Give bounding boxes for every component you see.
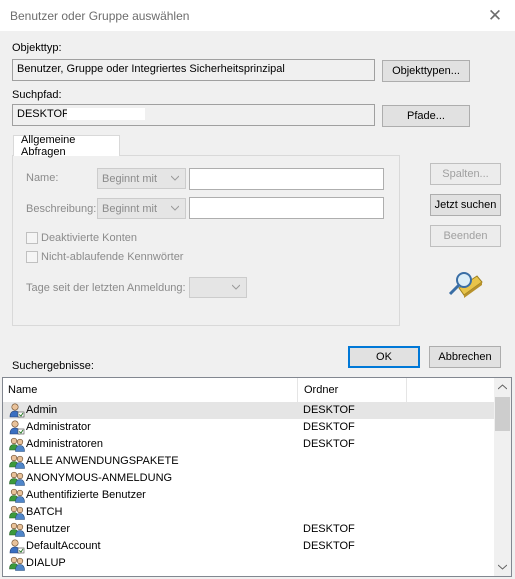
search-results-list[interactable]: Name Ordner Admin DESKTOF Administrator DES… xyxy=(2,377,512,577)
table-row[interactable]: DefaultAccount DESKTOF xyxy=(3,538,495,555)
column-header-name[interactable]: Name xyxy=(3,378,298,402)
table-row[interactable]: DIALUP xyxy=(3,555,495,572)
title-bar: Benutzer oder Gruppe auswählen ✕ xyxy=(0,0,515,32)
table-row[interactable]: Admin DESKTOF xyxy=(3,402,495,419)
table-row[interactable]: Administrator DESKTOF xyxy=(3,419,495,436)
name-input[interactable] xyxy=(189,168,384,190)
name-label: Name: xyxy=(26,172,59,184)
non-expiring-passwords-label: Nicht-ablaufende Kennwörter xyxy=(41,251,184,263)
description-label: Beschreibung: xyxy=(26,203,97,215)
column-header-name-label: Name xyxy=(8,384,38,396)
group-icon xyxy=(9,471,25,486)
column-header-folder[interactable]: Ordner xyxy=(299,378,407,402)
object-types-button[interactable]: Objekttypen... xyxy=(382,60,470,82)
row-folder: DESKTOF xyxy=(303,404,355,416)
search-path-value: DESKTOF xyxy=(17,108,69,120)
table-row[interactable]: BATCH xyxy=(3,504,495,521)
table-row[interactable]: Authentifizierte Benutzer xyxy=(3,487,495,504)
table-row[interactable]: Administratoren DESKTOF xyxy=(3,436,495,453)
close-icon[interactable]: ✕ xyxy=(485,6,505,26)
days-since-login-label: Tage seit der letzten Anmeldung: xyxy=(26,282,186,294)
search-magnifier-icon xyxy=(448,272,483,298)
paths-button[interactable]: Pfade... xyxy=(382,105,470,127)
object-type-field: Benutzer, Gruppe oder Integriertes Siche… xyxy=(12,59,375,81)
columns-button[interactable]: Spalten... xyxy=(430,163,501,185)
row-name: ALLE ANWENDUNGSPAKETE xyxy=(26,455,179,467)
group-icon xyxy=(9,522,25,537)
row-name: Admin xyxy=(26,404,58,416)
ok-button[interactable]: OK xyxy=(348,346,420,368)
row-name: ANONYMOUS-ANMELDUNG xyxy=(26,472,173,484)
search-path-label: Suchpfad: xyxy=(12,89,62,101)
description-mode-value: Beginnt mit xyxy=(102,202,158,215)
scrollbar-thumb[interactable] xyxy=(495,397,510,431)
table-row[interactable]: ANONYMOUS-ANMELDUNG xyxy=(3,470,495,487)
user-icon xyxy=(9,420,25,435)
group-icon xyxy=(9,437,25,452)
tab-general-queries[interactable]: Allgemeine Abfragen xyxy=(13,134,120,158)
user-icon xyxy=(9,403,25,418)
search-now-button[interactable]: Jetzt suchen xyxy=(430,194,501,216)
chevron-down-icon xyxy=(171,175,179,181)
row-folder: DESKTOF xyxy=(303,523,355,535)
user-icon xyxy=(9,539,25,554)
days-since-login-select[interactable] xyxy=(189,277,247,298)
row-name: DIALUP xyxy=(26,557,66,569)
scroll-down-icon[interactable] xyxy=(498,564,507,570)
row-name: Authentifizierte Benutzer xyxy=(26,489,146,501)
chevron-down-icon xyxy=(232,284,240,290)
object-type-label: Objekttyp: xyxy=(12,42,62,54)
stop-button[interactable]: Beenden xyxy=(430,225,501,247)
disabled-accounts-checkbox[interactable] xyxy=(26,232,38,244)
window-title: Benutzer oder Gruppe auswählen xyxy=(10,9,190,23)
description-input[interactable] xyxy=(189,197,384,219)
search-path-field: DESKTOF xyxy=(12,104,375,126)
row-name: Administrator xyxy=(26,421,91,433)
chevron-down-icon xyxy=(171,205,179,211)
redaction-mask xyxy=(66,108,145,121)
object-type-value: Benutzer, Gruppe oder Integriertes Siche… xyxy=(17,63,285,75)
row-folder: DESKTOF xyxy=(303,421,355,433)
row-name: Administratoren xyxy=(26,438,104,450)
row-name: Benutzer xyxy=(26,523,71,535)
tab-label: Allgemeine Abfragen xyxy=(21,134,76,158)
group-icon xyxy=(9,505,25,520)
name-mode-select[interactable]: Beginnt mit xyxy=(97,168,186,189)
disabled-accounts-label: Deaktivierte Konten xyxy=(41,232,137,244)
row-name: BATCH xyxy=(26,506,63,518)
group-icon xyxy=(9,454,25,469)
column-header-folder-label: Ordner xyxy=(304,384,339,396)
table-row[interactable]: ALLE ANWENDUNGSPAKETE xyxy=(3,453,495,470)
cancel-button[interactable]: Abbrechen xyxy=(429,346,501,368)
group-icon xyxy=(9,488,25,503)
search-results-label: Suchergebnisse: xyxy=(12,360,94,372)
row-name: DefaultAccount xyxy=(26,540,101,552)
description-mode-select[interactable]: Beginnt mit xyxy=(97,198,186,219)
row-folder: DESKTOF xyxy=(303,540,355,552)
table-row[interactable]: Benutzer DESKTOF xyxy=(3,521,495,538)
vertical-scrollbar[interactable] xyxy=(494,378,511,576)
row-folder: DESKTOF xyxy=(303,438,355,450)
name-mode-value: Beginnt mit xyxy=(102,172,158,185)
group-icon xyxy=(9,556,25,571)
non-expiring-passwords-checkbox[interactable] xyxy=(26,251,38,263)
scroll-up-icon[interactable] xyxy=(498,384,507,390)
